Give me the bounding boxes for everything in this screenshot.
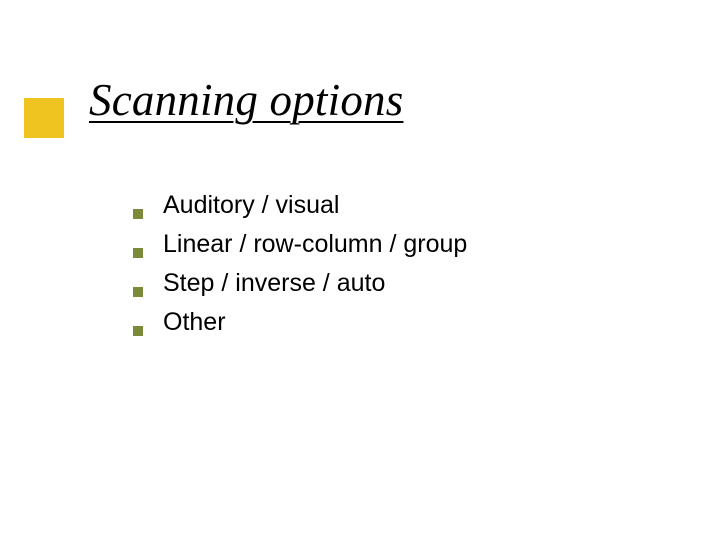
list-item: Linear / row-column / group bbox=[133, 228, 673, 260]
list-item-text: Auditory / visual bbox=[163, 189, 339, 221]
square-bullet-icon bbox=[133, 209, 143, 219]
square-bullet-icon bbox=[133, 287, 143, 297]
title-wrap: Scanning options bbox=[0, 76, 720, 146]
list-item: Other bbox=[133, 306, 673, 338]
bullet-list: Auditory / visual Linear / row-column / … bbox=[133, 189, 673, 345]
square-bullet-icon bbox=[133, 248, 143, 258]
slide: Scanning options Auditory / visual Linea… bbox=[0, 0, 720, 540]
square-bullet-icon bbox=[133, 326, 143, 336]
slide-title: Scanning options bbox=[89, 76, 403, 126]
title-accent-square bbox=[24, 98, 64, 138]
list-item-text: Linear / row-column / group bbox=[163, 228, 467, 260]
list-item: Step / inverse / auto bbox=[133, 267, 673, 299]
list-item: Auditory / visual bbox=[133, 189, 673, 221]
list-item-text: Other bbox=[163, 306, 226, 338]
list-item-text: Step / inverse / auto bbox=[163, 267, 385, 299]
